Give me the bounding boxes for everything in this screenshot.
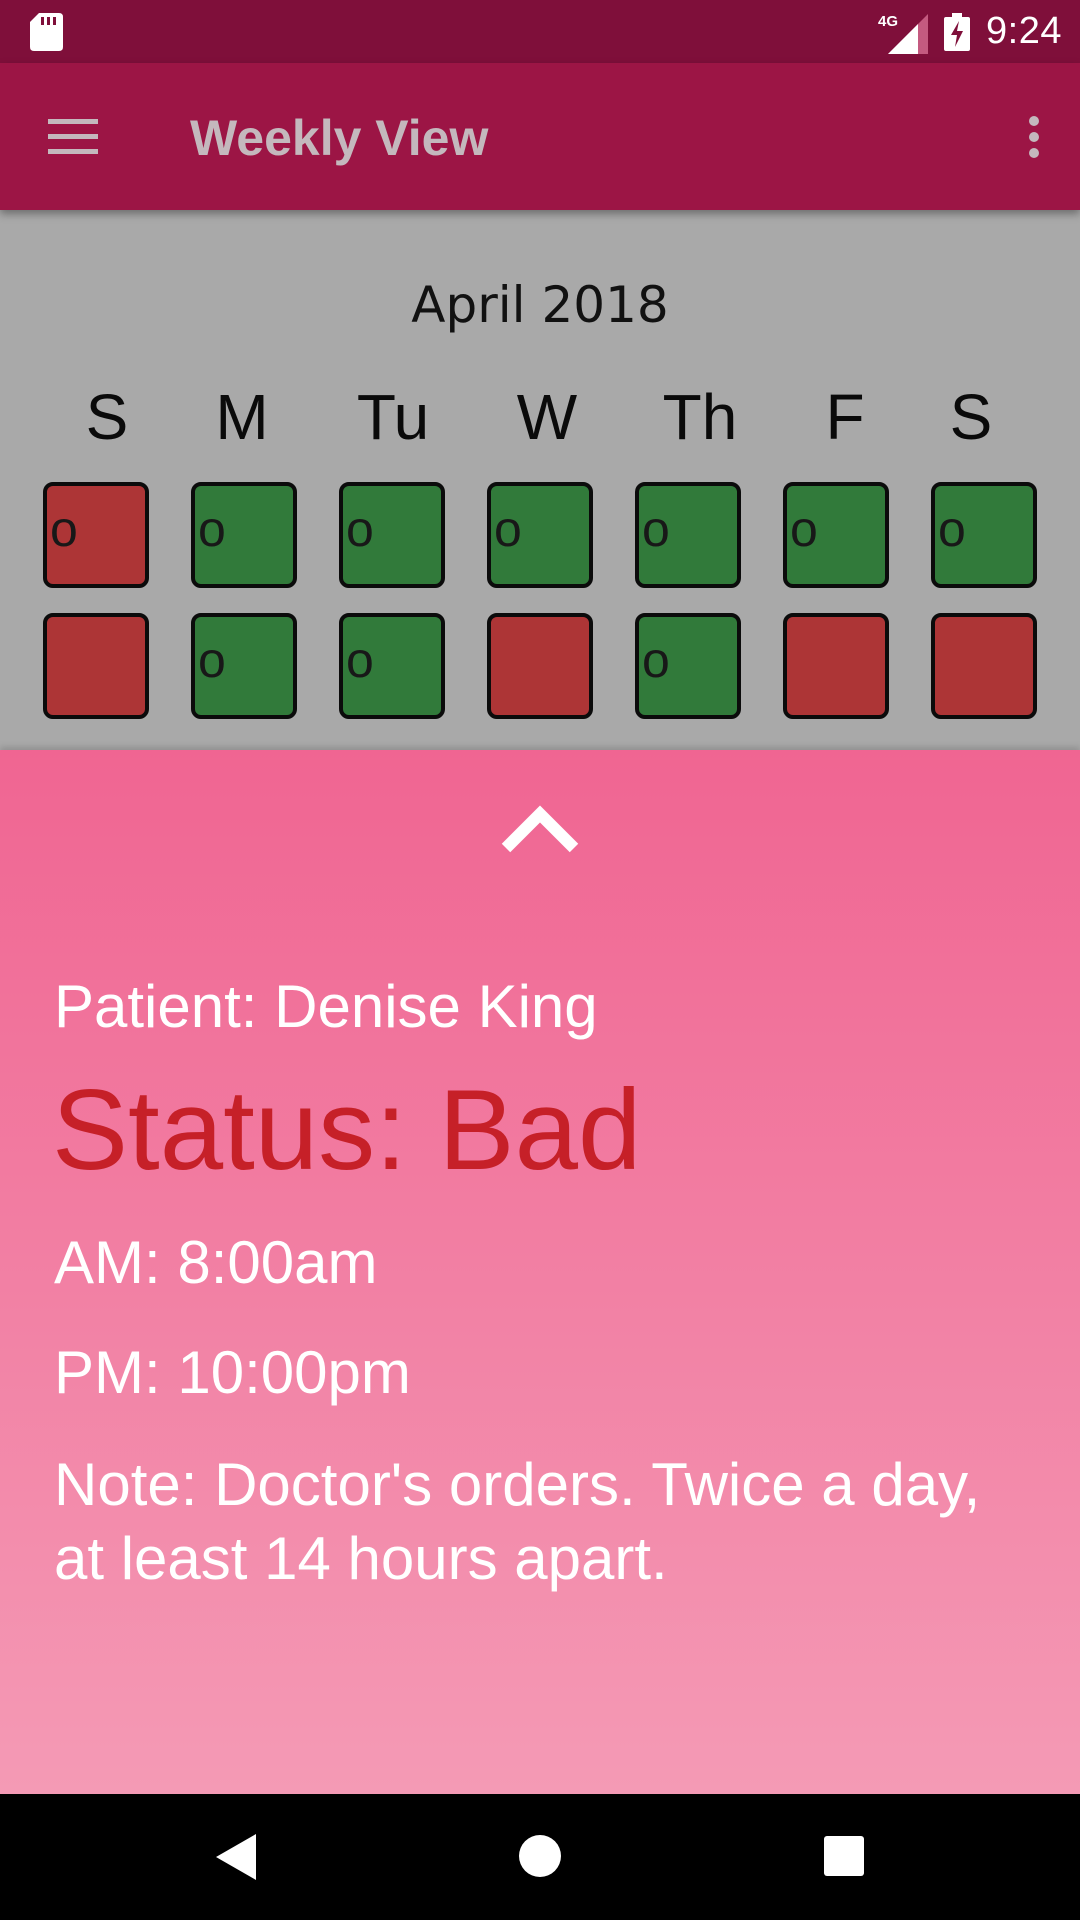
day-cell[interactable]: o [783,482,889,588]
cell-mark: o [642,501,670,557]
day-cell[interactable]: o [487,482,593,588]
cell-mark: o [50,501,78,557]
overflow-menu-icon[interactable] [1024,115,1044,159]
day-cell[interactable] [783,613,889,719]
day-cell[interactable] [931,613,1037,719]
day-cell[interactable]: o [191,482,297,588]
patient-name: Patient: Denise King [54,973,598,1040]
signal-icon: 4G [878,10,929,54]
clock: 9:24 [986,10,1062,52]
home-icon[interactable] [518,1834,562,1878]
navigation-bar [0,1794,1080,1920]
back-icon[interactable] [214,1832,258,1882]
page-title: Weekly View [190,110,489,166]
day-header-tue: Tu [356,381,430,453]
day-cell[interactable]: o [339,482,445,588]
status-text: Status: Bad [52,1067,642,1194]
cell-mark: o [790,501,818,557]
screen: 4G 9:24 Weekly View April 2018 S M Tu W … [0,0,1080,1920]
day-cell[interactable]: o [191,613,297,719]
cell-mark: o [198,501,226,557]
cell-mark: o [198,632,226,688]
cell-mark: o [494,501,522,557]
day-cell[interactable]: o [339,613,445,719]
cell-mark: o [938,501,966,557]
day-cell[interactable]: o [635,613,741,719]
cell-mark: o [642,632,670,688]
chevron-up-icon[interactable] [500,804,580,854]
day-cell[interactable] [487,613,593,719]
day-header-fri: F [825,381,865,453]
pm-time: PM: 10:00pm [54,1339,411,1406]
day-header-sun: S [85,381,129,453]
day-cell[interactable]: o [635,482,741,588]
weekly-calendar: April 2018 S M Tu W Th F S o o o o o o o… [0,210,1080,750]
day-header-thu: Th [662,381,738,453]
day-cell[interactable]: o [43,482,149,588]
app-bar: Weekly View [0,63,1080,210]
network-type-label: 4G [878,13,898,30]
day-header-wed: W [516,381,578,453]
month-title: April 2018 [411,276,669,334]
note-text: Note: Doctor's orders. Twice a day, at l… [54,1451,981,1592]
details-sheet: Patient: Denise King Status: Bad AM: 8:0… [0,750,1080,1794]
day-header-sat: S [949,381,993,453]
am-time: AM: 8:00am [54,1229,378,1296]
day-cell[interactable]: o [931,482,1037,588]
battery-charging-icon [944,12,971,51]
day-cell[interactable] [43,613,149,719]
status-icons: 4G 9:24 [878,0,1062,63]
recents-icon[interactable] [824,1836,864,1876]
cell-mark: o [346,501,374,557]
sd-card-icon [30,13,63,51]
cell-mark: o [346,632,374,688]
day-header-mon: M [215,381,269,453]
menu-icon[interactable] [48,119,98,155]
status-bar: 4G 9:24 [0,0,1080,63]
